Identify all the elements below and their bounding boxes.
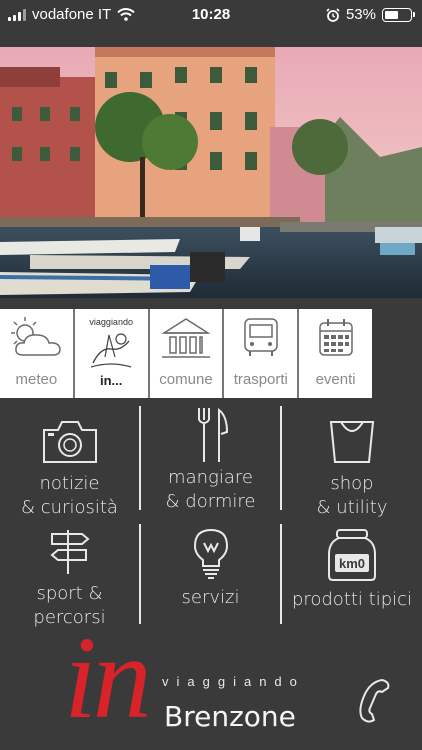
- tile-label-line1: mangiare: [168, 467, 253, 488]
- tile-label: prodotti tipici: [292, 588, 412, 612]
- tile-mangiare[interactable]: mangiare & dormire: [141, 406, 280, 514]
- quick-nav-trasporti[interactable]: trasporti: [222, 309, 297, 398]
- tile-label: mangiare & dormire: [166, 466, 256, 514]
- tile-label-line2: & utility: [316, 497, 388, 518]
- tile-label-line1: sport &: [36, 583, 103, 604]
- tile-label-line2: & dormire: [165, 491, 256, 512]
- fork-knife-icon: [197, 407, 228, 462]
- alarm-icon: [326, 7, 340, 22]
- camera-icon: [42, 421, 97, 463]
- signpost-icon: [49, 530, 90, 574]
- tile-label-line1: servizi: [181, 587, 240, 608]
- quick-nav-label: comune: [159, 371, 213, 388]
- quick-nav-comune[interactable]: comune: [147, 309, 223, 398]
- brand-tagline: viaggiando: [162, 674, 305, 689]
- tile-label-line1: notizie: [39, 473, 100, 494]
- quick-nav-eventi[interactable]: eventi: [297, 309, 372, 398]
- tile-shop[interactable]: shop & utility: [282, 418, 422, 520]
- town-hall-icon: [161, 318, 211, 358]
- calendar-icon: [318, 319, 353, 356]
- status-bar: vodafone IT 10:28 53%: [0, 0, 422, 30]
- tile-label: shop & utility: [317, 472, 388, 520]
- tile-prodotti-tipici[interactable]: km0 prodotti tipici: [282, 528, 422, 612]
- lightbulb-icon: [193, 528, 228, 579]
- tile-label-line1: shop: [330, 473, 374, 494]
- jar-icon: km0: [328, 529, 376, 581]
- tile-label-line2: & curiosità: [21, 497, 118, 518]
- hero-illustration: [0, 47, 422, 298]
- shopping-bag-icon: [329, 421, 375, 463]
- battery-percent: 53%: [345, 6, 376, 23]
- quick-nav-viaggiando[interactable]: viaggiando in...: [72, 309, 148, 398]
- quick-nav-meteo[interactable]: meteo: [0, 309, 73, 398]
- quick-nav-label: trasporti: [233, 371, 288, 388]
- tile-notizie[interactable]: notizie & curiosità: [0, 418, 139, 520]
- quick-nav-label: in...: [100, 373, 123, 388]
- brand-mark: in: [64, 612, 152, 743]
- bus-icon: [244, 318, 278, 356]
- quick-nav-label: eventi: [315, 371, 356, 388]
- tile-servizi[interactable]: servizi: [141, 528, 280, 610]
- jar-badge: km0: [339, 556, 365, 571]
- status-right: 53%: [326, 6, 415, 23]
- viaggiando-logo-icon: [91, 333, 132, 368]
- quick-nav: meteo viaggiando in... comune trasporti …: [0, 309, 372, 398]
- tile-label: notizie & curiosità: [21, 472, 118, 520]
- quick-nav-label: meteo: [15, 371, 58, 388]
- weather-icon: [11, 317, 62, 356]
- phone-icon[interactable]: [356, 676, 394, 724]
- tile-label-line1: prodotti tipici: [291, 589, 413, 610]
- tile-label: servizi: [182, 586, 240, 610]
- hero-image: [0, 47, 422, 298]
- brand-name: Brenzone: [164, 700, 296, 733]
- quick-nav-sublabel: viaggiando: [89, 317, 133, 327]
- battery-icon: [382, 7, 415, 22]
